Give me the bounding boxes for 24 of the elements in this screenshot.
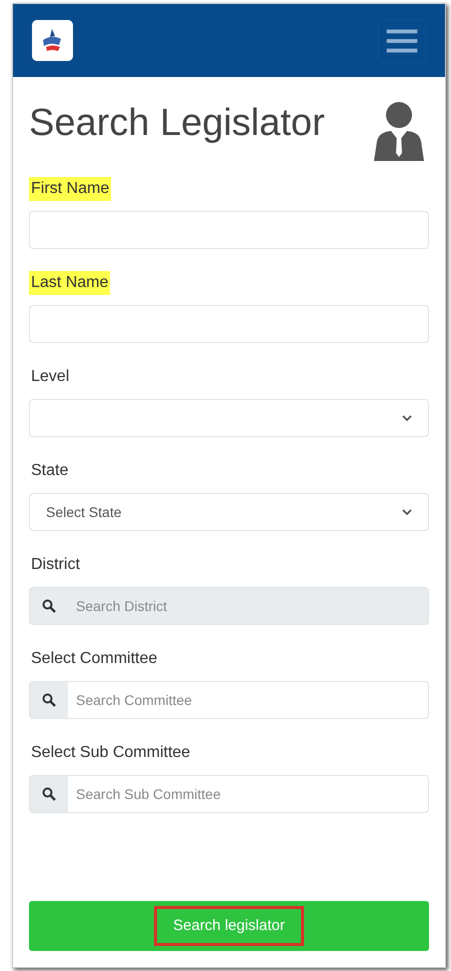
chevron-down-icon	[402, 414, 412, 422]
page-title: Search Legislator	[29, 101, 325, 146]
field-label: Level	[30, 367, 70, 387]
search-icon	[42, 599, 56, 613]
input-field[interactable]	[29, 305, 429, 343]
search-field[interactable]: Search Committee	[29, 681, 429, 719]
field-label: First Name	[29, 177, 112, 201]
input-field[interactable]	[29, 211, 429, 249]
field-label: District	[30, 555, 81, 575]
chevron-down-icon	[402, 508, 412, 516]
field-label: Select Sub Committee	[30, 743, 192, 763]
select-dropdown[interactable]: Select State	[29, 493, 429, 531]
person-icon	[373, 101, 425, 161]
field-label: Last Name	[29, 271, 110, 295]
menu-icon[interactable]	[378, 18, 426, 62]
search-icon	[42, 693, 56, 707]
search-icon	[42, 787, 56, 801]
field-label: Select Committee	[30, 649, 158, 669]
select-dropdown[interactable]	[29, 399, 429, 437]
field-label: State	[30, 461, 70, 481]
logo-icon[interactable]	[32, 20, 73, 61]
search-legislator-button[interactable]: Search legislator	[29, 901, 429, 951]
search-field[interactable]: Search Sub Committee	[29, 775, 429, 813]
annotation-box: Search legislator	[157, 908, 301, 944]
